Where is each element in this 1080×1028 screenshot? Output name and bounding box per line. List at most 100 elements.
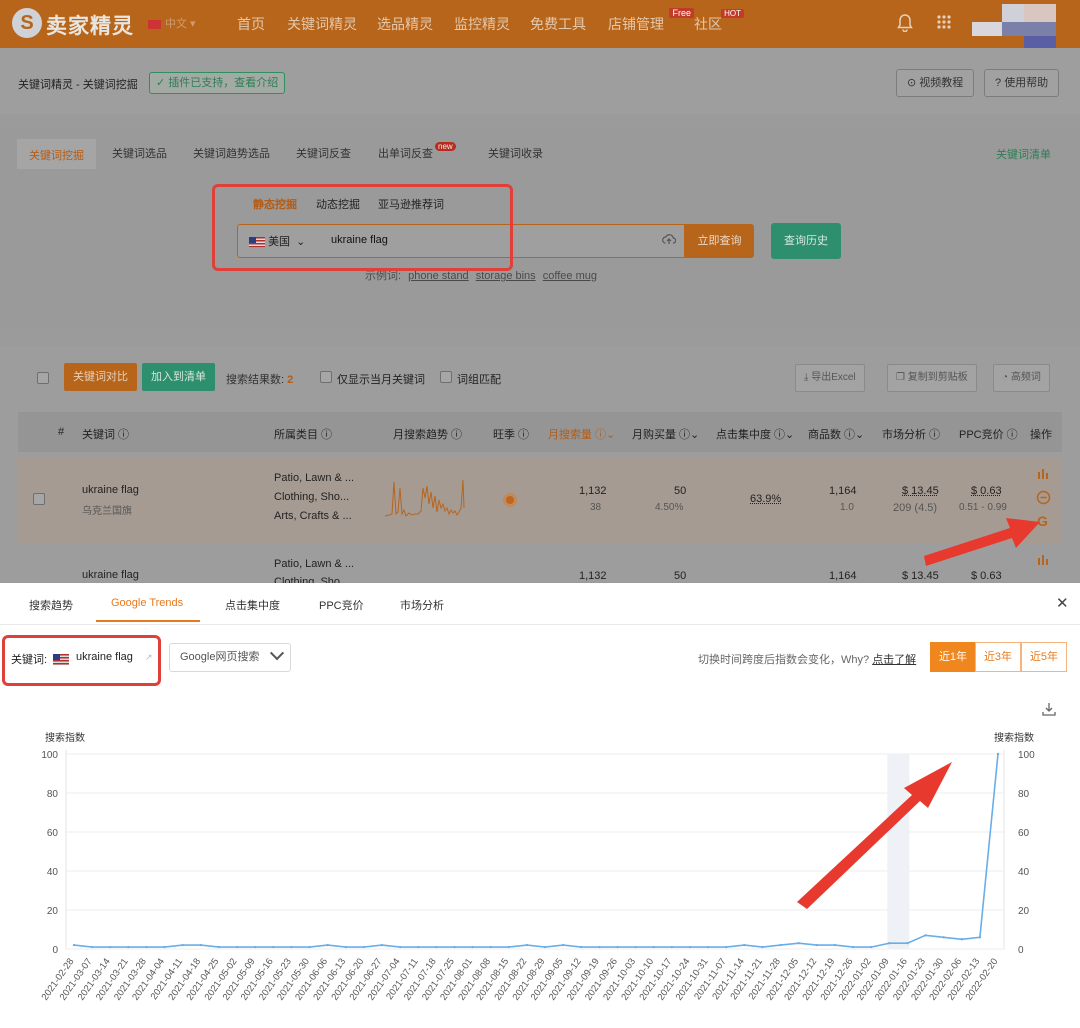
col-season[interactable]: 旺季 ⓘ: [493, 426, 529, 442]
video-tutorial-button[interactable]: ⊙ 视频教程: [896, 69, 975, 97]
popup-tab-market[interactable]: 市场分析: [400, 597, 444, 613]
example-keyword[interactable]: phone stand: [408, 270, 469, 282]
bell-icon[interactable]: [897, 14, 913, 33]
help-button[interactable]: ? 使用帮助: [984, 69, 1060, 97]
row-products-ratio: 1.0: [840, 502, 854, 513]
nav-home[interactable]: 首页: [237, 14, 265, 34]
more-circle-icon[interactable]: [1036, 490, 1051, 508]
language-switcher[interactable]: 中文 ▾: [148, 15, 196, 31]
select-all-checkbox[interactable]: [37, 372, 49, 384]
plugin-support-tag[interactable]: ✓ 插件已支持，查看介绍: [149, 72, 286, 94]
col-monthly-searches[interactable]: 月搜索量 ⓘ⌄: [548, 426, 615, 442]
data-point: [145, 945, 148, 949]
logo-icon[interactable]: S: [12, 8, 42, 38]
data-point: [308, 945, 311, 949]
table-row[interactable]: [18, 457, 1062, 543]
search-type-select[interactable]: Google网页搜索: [169, 643, 291, 672]
breadcrumb: 关键词精灵 - 关键词挖掘: [18, 79, 138, 91]
range-5y-button[interactable]: 近5年: [1021, 642, 1067, 672]
row-click-share[interactable]: 63.9%: [750, 493, 781, 505]
popup-tab-click-share[interactable]: 点击集中度: [225, 597, 280, 613]
export-excel-button[interactable]: ⤓ 导出Excel: [795, 364, 865, 392]
user-avatar[interactable]: [972, 4, 1056, 48]
data-point: [851, 945, 855, 949]
bar-chart-icon[interactable]: [1037, 467, 1050, 482]
bar-chart-icon[interactable]: [1037, 553, 1050, 568]
popup-tab-search-trend[interactable]: 搜索趋势: [29, 597, 73, 613]
row-category[interactable]: Patio, Lawn & ...: [274, 472, 354, 484]
row-ppc[interactable]: $ 0.63: [971, 485, 1002, 497]
result-count-value: 2: [287, 374, 294, 386]
row-keyword[interactable]: ukraine flag: [82, 484, 139, 496]
tab-keyword-trend[interactable]: 关键词趋势选品: [193, 145, 270, 161]
example-keyword[interactable]: storage bins: [476, 270, 536, 282]
col-trend[interactable]: 月搜索趋势 ⓘ: [393, 426, 462, 442]
data-point: [272, 945, 275, 949]
row-market-price[interactable]: $ 13.45: [902, 570, 939, 582]
range-1y-button[interactable]: 近1年: [930, 642, 976, 672]
export-label: 导出Excel: [811, 372, 856, 383]
upload-icon[interactable]: [662, 233, 677, 248]
example-keyword[interactable]: coffee mug: [543, 270, 597, 282]
row-ppc[interactable]: $ 0.63: [971, 570, 1002, 582]
compare-button[interactable]: 关键词对比: [64, 363, 137, 391]
col-trend-label: 月搜索趋势: [393, 429, 448, 441]
only-month-checkbox[interactable]: [320, 371, 332, 383]
tab-order-reverse[interactable]: 出单词反查 new: [378, 142, 456, 161]
popup-tab-google-trends[interactable]: Google Trends: [111, 597, 183, 609]
nav-store[interactable]: 店铺管理 Free: [608, 8, 694, 34]
apps-grid-icon[interactable]: [936, 14, 952, 35]
nav-keyword[interactable]: 关键词精灵: [287, 14, 357, 34]
col-monthly-purchases[interactable]: 月购买量 ⓘ⌄: [632, 426, 699, 442]
download-chart-icon[interactable]: [1041, 701, 1057, 720]
col-market-label: 市场分析: [882, 429, 926, 441]
tab-keyword-index[interactable]: 关键词收录: [488, 145, 543, 161]
tab-keyword-reverse[interactable]: 关键词反查: [296, 145, 351, 161]
row-checkbox[interactable]: [33, 493, 45, 505]
learn-more-link[interactable]: 点击了解: [872, 654, 916, 666]
help-icon: ?: [995, 77, 1002, 89]
row-category[interactable]: Patio, Lawn & ...: [274, 558, 354, 570]
col-click-share[interactable]: 点击集中度 ⓘ⌄: [716, 426, 794, 442]
col-products[interactable]: 商品数 ⓘ⌄: [808, 426, 864, 442]
language-label: 中文: [165, 18, 187, 30]
col-market[interactable]: 市场分析 ⓘ: [882, 426, 940, 442]
query-button[interactable]: 立即查询: [685, 224, 754, 258]
col-keyword[interactable]: 关键词 ⓘ: [82, 426, 129, 442]
close-icon[interactable]: ✕: [1056, 594, 1069, 612]
data-point: [815, 943, 819, 947]
history-button[interactable]: 查询历史: [771, 223, 841, 259]
tab-keyword-product[interactable]: 关键词选品: [112, 145, 167, 161]
row-keyword[interactable]: ukraine flag: [82, 569, 139, 581]
data-point: [906, 941, 909, 945]
col-ppc[interactable]: PPC竞价 ⓘ: [959, 426, 1018, 442]
popup-tab-ppc[interactable]: PPC竞价: [319, 597, 364, 613]
logo-text[interactable]: 卖家精灵: [46, 10, 134, 40]
range-3y-button[interactable]: 近3年: [975, 642, 1021, 672]
y-tick-label: 20: [47, 906, 59, 917]
row-category[interactable]: Arts, Crafts & ...: [274, 510, 352, 522]
row-market-price[interactable]: $ 13.45: [902, 485, 939, 497]
nav-product[interactable]: 选品精灵: [377, 14, 433, 34]
data-point: [453, 945, 456, 949]
col-click-label: 点击集中度: [716, 429, 771, 441]
frequent-words-button[interactable]: ◔ 高频词: [993, 364, 1050, 392]
add-to-list-button[interactable]: 加入到清单: [142, 363, 215, 391]
data-point: [290, 945, 293, 949]
col-category[interactable]: 所属类目 ⓘ: [274, 426, 332, 442]
trend-sparkline[interactable]: [384, 478, 465, 518]
nav-monitor[interactable]: 监控精灵: [454, 14, 510, 34]
nav-free-tools[interactable]: 免费工具: [530, 14, 586, 34]
pie-icon: ◔: [1002, 372, 1009, 383]
freq-label: 高频词: [1010, 372, 1041, 383]
phrase-match-checkbox[interactable]: [440, 371, 452, 383]
keyword-list-link[interactable]: 关键词清单: [996, 146, 1051, 162]
row-category[interactable]: Clothing, Sho...: [274, 491, 349, 503]
nav-community[interactable]: 社区 HOT: [694, 9, 744, 34]
tab-keyword-mining[interactable]: 关键词挖掘: [17, 139, 96, 169]
data-point: [833, 943, 837, 947]
google-trends-chart[interactable]: 搜索指数 搜索指数 0 020 2040 4060 6080 80100 100 2021-…: [0, 720, 1080, 1028]
copy-clipboard-button[interactable]: ❐ 复制到剪贴板: [887, 364, 977, 392]
row-products: 1,164: [829, 570, 857, 582]
google-icon[interactable]: G: [1037, 513, 1048, 529]
